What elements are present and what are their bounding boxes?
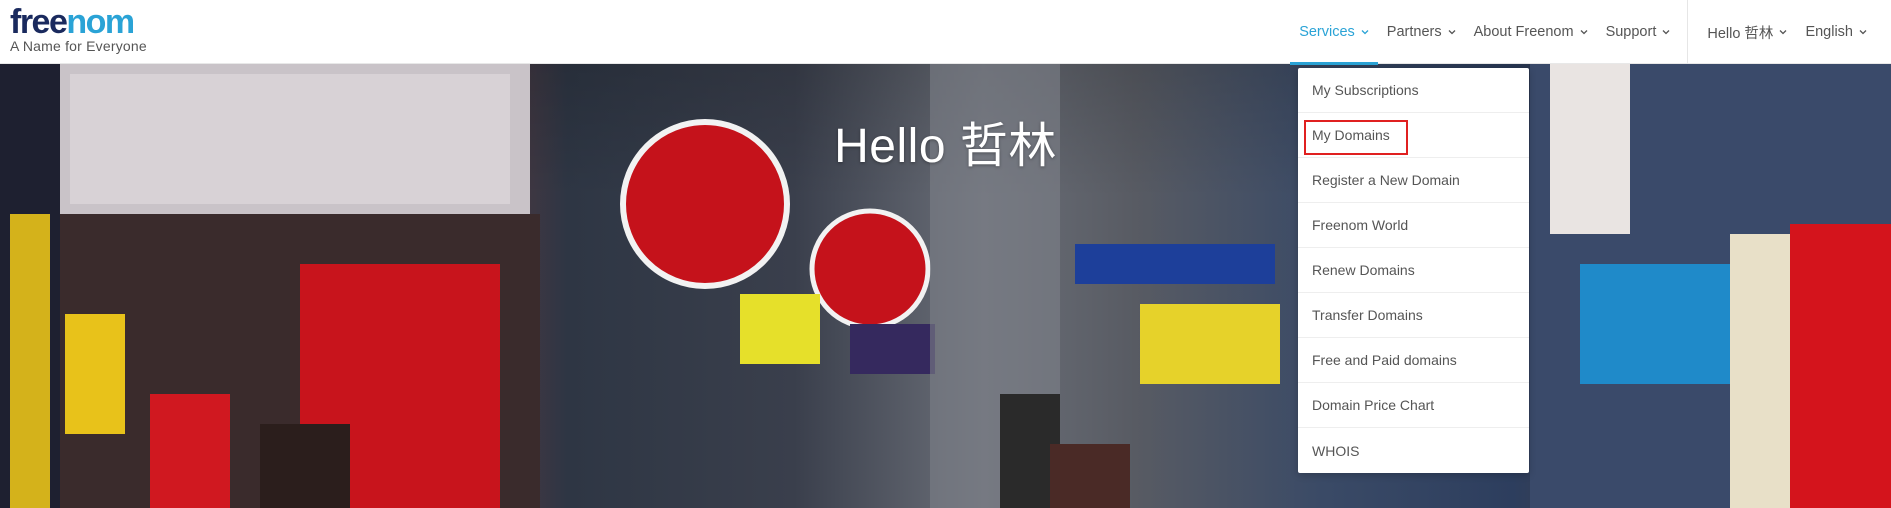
language-menu-label: English [1805, 24, 1853, 40]
menu-item-register-domain[interactable]: Register a New Domain [1298, 158, 1529, 203]
chevron-down-icon [1361, 28, 1369, 36]
main-nav: Services Partners About Freenom Support … [1290, 0, 1891, 65]
nav-services[interactable]: Services [1290, 0, 1378, 65]
language-menu[interactable]: English [1796, 0, 1891, 64]
menu-item-freenom-world[interactable]: Freenom World [1298, 203, 1529, 248]
logo-tagline: A Name for Everyone [10, 38, 147, 54]
user-menu-label: Hello 哲林 [1707, 25, 1774, 42]
nav-about-label: About Freenom [1473, 24, 1574, 40]
menu-item-renew-domains[interactable]: Renew Domains [1298, 248, 1529, 293]
logo-wordmark: freenom [10, 3, 135, 41]
menu-item-whois[interactable]: WHOIS [1298, 428, 1529, 473]
nav-support-label: Support [1605, 24, 1657, 40]
user-menu[interactable]: Hello 哲林 [1698, 0, 1796, 64]
nav-partners[interactable]: Partners [1378, 0, 1465, 64]
menu-item-transfer-domains[interactable]: Transfer Domains [1298, 293, 1529, 338]
nav-support[interactable]: Support [1597, 0, 1680, 64]
chevron-down-icon [1448, 28, 1456, 36]
hero-greeting: Hello 哲林 [834, 120, 1057, 173]
menu-item-domain-price-chart[interactable]: Domain Price Chart [1298, 383, 1529, 428]
hero-banner: Hello 哲林 [0, 64, 1891, 508]
nav-divider [1687, 0, 1689, 64]
nav-services-label: Services [1299, 24, 1355, 40]
chevron-down-icon [1779, 28, 1787, 36]
menu-item-my-subscriptions[interactable]: My Subscriptions [1298, 68, 1529, 113]
top-navigation-bar: freenom A Name for Everyone Services Par… [0, 0, 1891, 65]
menu-item-my-domains[interactable]: My Domains [1298, 113, 1529, 158]
nav-partners-label: Partners [1386, 24, 1442, 40]
services-dropdown-menu: My Subscriptions My Domains Register a N… [1298, 68, 1529, 473]
chevron-down-icon [1580, 28, 1588, 36]
menu-item-free-paid-domains[interactable]: Free and Paid domains [1298, 338, 1529, 383]
chevron-down-icon [1859, 28, 1867, 36]
nav-about[interactable]: About Freenom [1465, 0, 1597, 64]
chevron-down-icon [1662, 28, 1670, 36]
freenom-logo[interactable]: freenom A Name for Everyone [10, 4, 147, 54]
